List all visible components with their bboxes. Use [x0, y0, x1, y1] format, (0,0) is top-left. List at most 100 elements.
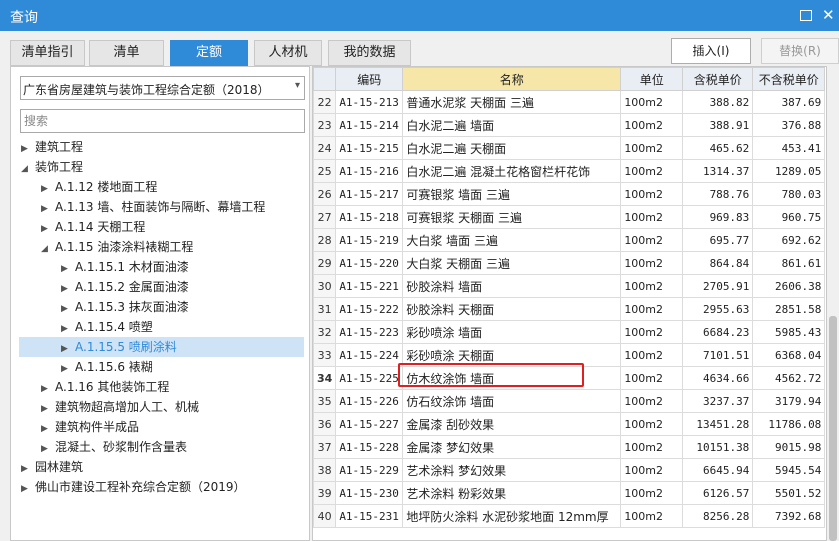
cell-code[interactable]: A1-15-217	[335, 182, 404, 206]
expand-icon[interactable]: ▶	[21, 479, 35, 499]
cell-price-notax[interactable]: 960.75	[752, 205, 826, 229]
cell-price-tax[interactable]: 388.91	[682, 113, 754, 137]
cell-price-notax[interactable]: 9015.98	[752, 435, 826, 459]
tree-node-selected[interactable]: ▶ A.1.15.5 喷刷涂料	[19, 337, 304, 357]
cell-unit[interactable]: 100m2	[620, 481, 684, 505]
cell-name[interactable]: 仿木纹涂饰 墙面	[402, 366, 622, 390]
expand-icon[interactable]: ▶	[41, 219, 55, 239]
row-index[interactable]: 26	[313, 182, 337, 206]
cell-unit[interactable]: 100m2	[620, 228, 684, 252]
tree-node[interactable]: ▶ A.1.14 天棚工程	[41, 217, 145, 237]
cell-name[interactable]: 彩砂喷涂 天棚面	[402, 343, 622, 367]
cell-unit[interactable]: 100m2	[620, 366, 684, 390]
row-index[interactable]: 34	[313, 366, 337, 390]
cell-price-tax[interactable]: 13451.28	[682, 412, 754, 436]
expand-icon[interactable]: ▶	[41, 439, 55, 459]
table-row[interactable]: 36 A1-15-227 金属漆 刮砂效果 100m2 13451.28 11786.08	[313, 412, 826, 436]
cell-price-tax[interactable]: 388.82	[682, 90, 754, 114]
cell-price-tax[interactable]: 7101.51	[682, 343, 754, 367]
row-index[interactable]: 32	[313, 320, 337, 344]
tree-node[interactable]: ▶ A.1.13 墙、柱面装饰与隔断、幕墙工程	[41, 197, 265, 217]
cell-price-tax[interactable]: 6684.23	[682, 320, 754, 344]
cell-unit[interactable]: 100m2	[620, 251, 684, 275]
table-row[interactable]: 33 A1-15-224 彩砂喷涂 天棚面 100m2 7101.51 6368.04	[313, 343, 826, 367]
expand-icon[interactable]: ▶	[61, 299, 75, 319]
tab-quota[interactable]: 定额	[170, 40, 248, 66]
tree-node[interactable]: ▶ 园林建筑	[21, 457, 83, 477]
cell-unit[interactable]: 100m2	[620, 159, 684, 183]
replace-button[interactable]: 替换(R)	[761, 38, 839, 64]
cell-unit[interactable]: 100m2	[620, 113, 684, 137]
table-row[interactable]: 25 A1-15-216 白水泥二遍 混凝土花格窗栏杆花饰 100m2 1314.37 1…	[313, 159, 826, 183]
table-row[interactable]: 22 A1-15-213 普通水泥浆 天棚面 三遍 100m2 388.82 387.69	[313, 90, 826, 114]
row-index[interactable]: 28	[313, 228, 337, 252]
cell-price-tax[interactable]: 6126.57	[682, 481, 754, 505]
column-header-code[interactable]: 编码	[335, 67, 404, 91]
cell-price-tax[interactable]: 6645.94	[682, 458, 754, 482]
row-index[interactable]: 39	[313, 481, 337, 505]
cell-price-notax[interactable]: 5945.54	[752, 458, 826, 482]
tree-node[interactable]: ▶ A.1.15.6 裱糊	[61, 357, 153, 377]
cell-name[interactable]: 艺术涂料 粉彩效果	[402, 481, 622, 505]
cell-price-notax[interactable]: 6368.04	[752, 343, 826, 367]
table-row[interactable]: 23 A1-15-214 白水泥二遍 墙面 100m2 388.91 376.88	[313, 113, 826, 137]
tree-node[interactable]: ▶ A.1.12 楼地面工程	[41, 177, 157, 197]
cell-code[interactable]: A1-15-225	[335, 366, 404, 390]
table-row[interactable]: 28 A1-15-219 大白浆 墙面 三遍 100m2 695.77 692.62	[313, 228, 826, 252]
cell-name[interactable]: 白水泥二遍 墙面	[402, 113, 622, 137]
table-row[interactable]: 37 A1-15-228 金属漆 梦幻效果 100m2 10151.38 9015.98	[313, 435, 826, 459]
chevron-down-icon[interactable]: ▾	[295, 80, 300, 91]
table-row[interactable]: 32 A1-15-223 彩砂喷涂 墙面 100m2 6684.23 5985.43	[313, 320, 826, 344]
cell-name[interactable]: 彩砂喷涂 墙面	[402, 320, 622, 344]
insert-button[interactable]: 插入(I)	[671, 38, 751, 64]
scrollbar-thumb[interactable]	[829, 316, 837, 541]
cell-price-tax[interactable]: 10151.38	[682, 435, 754, 459]
cell-name[interactable]: 地坪防火涂料 水泥砂浆地面 12mm厚	[402, 504, 622, 528]
cell-name[interactable]: 砂胶涂料 墙面	[402, 274, 622, 298]
cell-price-notax[interactable]: 780.03	[752, 182, 826, 206]
cell-code[interactable]: A1-15-224	[335, 343, 404, 367]
column-header-name[interactable]: 名称	[402, 67, 622, 91]
collapse-icon[interactable]: ◢	[21, 159, 35, 179]
cell-price-tax[interactable]: 3237.37	[682, 389, 754, 413]
cell-name[interactable]: 白水泥二遍 天棚面	[402, 136, 622, 160]
cell-name[interactable]: 大白浆 墙面 三遍	[402, 228, 622, 252]
cell-price-tax[interactable]: 864.84	[682, 251, 754, 275]
cell-price-tax[interactable]: 969.83	[682, 205, 754, 229]
cell-code[interactable]: A1-15-219	[335, 228, 404, 252]
column-header-unit[interactable]: 单位	[620, 67, 684, 91]
cell-code[interactable]: A1-15-230	[335, 481, 404, 505]
tree-node[interactable]: ◢ A.1.15 油漆涂料裱糊工程	[41, 237, 193, 257]
cell-name[interactable]: 金属漆 刮砂效果	[402, 412, 622, 436]
table-row[interactable]: 24 A1-15-215 白水泥二遍 天棚面 100m2 465.62 453.41	[313, 136, 826, 160]
cell-code[interactable]: A1-15-228	[335, 435, 404, 459]
cell-code[interactable]: A1-15-229	[335, 458, 404, 482]
expand-icon[interactable]: ▶	[61, 259, 75, 279]
cell-price-notax[interactable]: 11786.08	[752, 412, 826, 436]
cell-price-notax[interactable]: 692.62	[752, 228, 826, 252]
expand-icon[interactable]: ▶	[21, 139, 35, 159]
table-row[interactable]: 29 A1-15-220 大白浆 天棚面 三遍 100m2 864.84 861.61	[313, 251, 826, 275]
cell-code[interactable]: A1-15-222	[335, 297, 404, 321]
cell-price-tax[interactable]: 465.62	[682, 136, 754, 160]
tree-node[interactable]: ▶ 混凝土、砂浆制作含量表	[41, 437, 187, 457]
cell-code[interactable]: A1-15-221	[335, 274, 404, 298]
cell-unit[interactable]: 100m2	[620, 412, 684, 436]
cell-code[interactable]: A1-15-213	[335, 90, 404, 114]
tree-node[interactable]: ◢ 装饰工程	[21, 157, 83, 177]
cell-unit[interactable]: 100m2	[620, 458, 684, 482]
cell-unit[interactable]: 100m2	[620, 389, 684, 413]
cell-code[interactable]: A1-15-220	[335, 251, 404, 275]
expand-icon[interactable]: ▶	[41, 179, 55, 199]
cell-price-notax[interactable]: 7392.68	[752, 504, 826, 528]
cell-name[interactable]: 砂胶涂料 天棚面	[402, 297, 622, 321]
cell-unit[interactable]: 100m2	[620, 320, 684, 344]
tab-list-guide[interactable]: 清单指引	[10, 40, 85, 66]
row-index[interactable]: 38	[313, 458, 337, 482]
row-index[interactable]: 24	[313, 136, 337, 160]
expand-icon[interactable]: ▶	[61, 319, 75, 339]
cell-price-tax[interactable]: 2705.91	[682, 274, 754, 298]
table-row[interactable]: 35 A1-15-226 仿石纹涂饰 墙面 100m2 3237.37 3179.94	[313, 389, 826, 413]
column-header-price-tax[interactable]: 含税单价	[682, 67, 754, 91]
table-row[interactable]: 34 A1-15-225 仿木纹涂饰 墙面 100m2 4634.66 4562.72	[313, 366, 826, 390]
